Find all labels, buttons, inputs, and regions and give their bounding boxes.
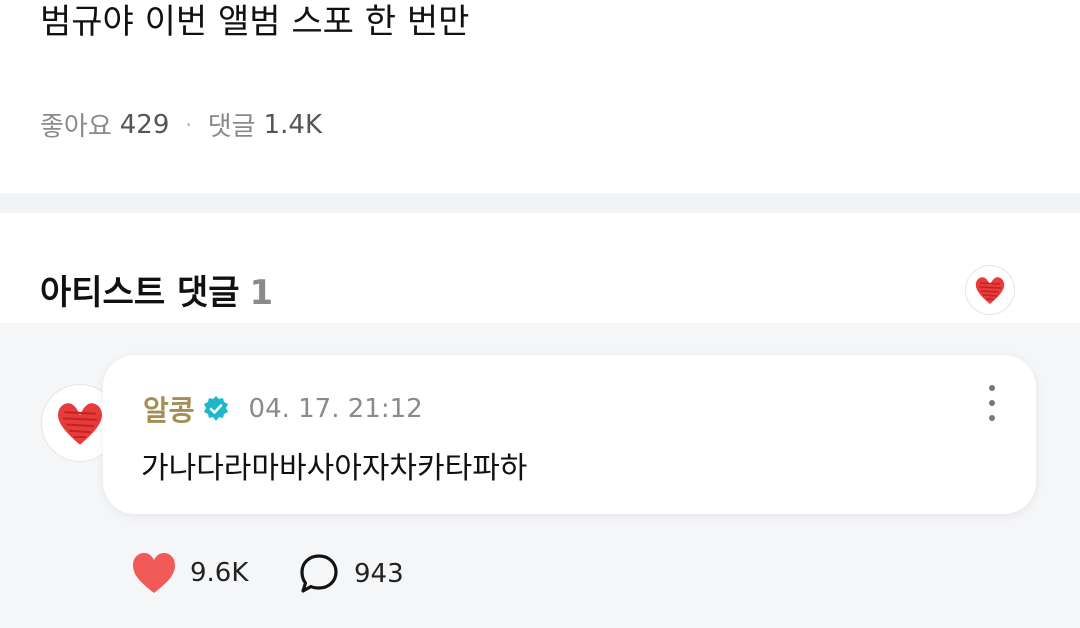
reply-button[interactable]: 943 [298, 553, 404, 595]
like-count: 9.6K [190, 558, 249, 588]
comment-bubble: 알콩 04. 17. 21:12 가나다라마바사아자차카타파하 [103, 355, 1036, 514]
comments-label[interactable]: 댓글 [208, 106, 256, 143]
comments-count: 1.4K [263, 109, 323, 140]
reply-count: 943 [354, 559, 404, 589]
comment-text: 가나다라마바사아자차카타파하 [141, 451, 528, 486]
verified-badge-icon [203, 396, 228, 421]
like-button[interactable]: 9.6K [130, 551, 248, 595]
more-vertical-icon[interactable] [980, 385, 1004, 421]
artist-comments-count: 1 [249, 273, 274, 313]
meta-separator: · [185, 112, 192, 137]
post-meta: 좋아요 429 · 댓글 1.4K [40, 106, 322, 143]
post-title: 범규야 이번 앨범 스포 한 번만 [40, 2, 470, 42]
likes-label[interactable]: 좋아요 [40, 106, 112, 143]
artist-comments-header: 아티스트 댓글 1 [40, 265, 273, 314]
artist-comments-title: 아티스트 댓글 [40, 273, 240, 313]
heart-scribble-icon [58, 403, 102, 445]
speech-bubble-icon [300, 554, 338, 593]
artist-avatar-button[interactable] [965, 265, 1015, 315]
heart-scribble-icon [975, 277, 1005, 304]
comment-timestamp: 04. 17. 21:12 [248, 394, 423, 424]
heart-icon [133, 553, 175, 593]
section-divider [0, 193, 1080, 213]
comment-author[interactable]: 알콩 [143, 389, 195, 429]
comment-author-row: 알콩 04. 17. 21:12 [143, 389, 423, 429]
likes-count: 429 [119, 109, 170, 140]
